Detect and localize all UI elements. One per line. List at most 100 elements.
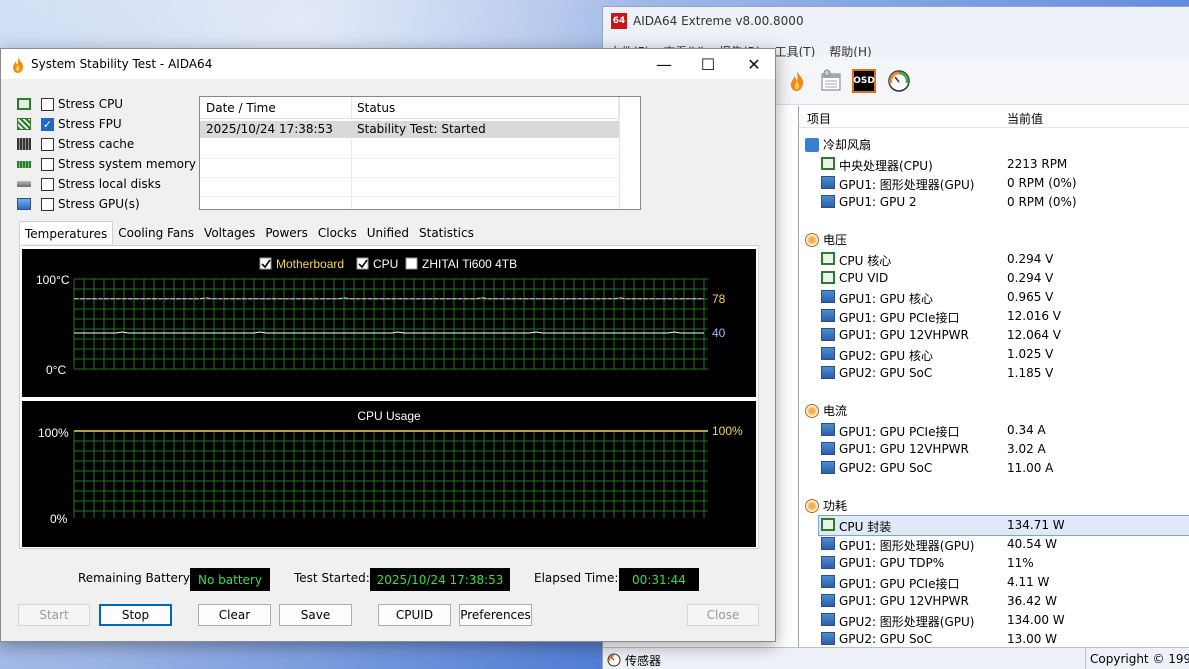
stress-checkbox[interactable] <box>41 197 54 211</box>
tab-clocks[interactable]: Clocks <box>313 223 362 245</box>
table-row[interactable]: CPU VID 0.294 V <box>819 269 1189 288</box>
gpu-icon <box>821 423 835 436</box>
tab-cooling-fans[interactable]: Cooling Fans <box>113 223 199 245</box>
save-button[interactable]: Save <box>279 604 352 626</box>
table-row[interactable]: GPU1: 图形处理器(GPU) 40.54 W <box>819 535 1189 554</box>
close-button[interactable]: Close <box>687 604 759 626</box>
legend-checkbox[interactable] <box>405 257 418 270</box>
gpu-icon <box>821 195 835 208</box>
menu-help[interactable]: 帮助(H) <box>829 43 871 57</box>
test-started-value: 2025/10/24 17:38:53 <box>370 568 510 591</box>
stress-checkbox[interactable]: ✓ <box>41 117 54 131</box>
sensor-name: GPU1: GPU 核心 <box>839 292 933 306</box>
sensor-value: 11.00 A <box>1007 461 1054 475</box>
sensor-group-label: 电流 <box>823 404 848 418</box>
stress-option[interactable]: Stress GPU(s) <box>17 194 140 214</box>
temperature-legend: Motherboard CPU ZHITAI Ti600 4TB <box>259 257 517 271</box>
log-column-divider <box>351 139 352 209</box>
lightning-icon <box>805 498 819 513</box>
sensor-value: 2213 RPM <box>1007 157 1068 171</box>
column-item[interactable]: 项目 <box>807 110 831 127</box>
table-row[interactable]: CPU 封装 134.71 W <box>818 515 1189 536</box>
clear-button[interactable]: Clear <box>198 604 271 626</box>
preferences-button[interactable]: Preferences <box>459 604 532 626</box>
sensor-value: 12.016 V <box>1007 309 1062 323</box>
column-value[interactable]: 当前值 <box>1007 110 1043 127</box>
tab-powers[interactable]: Powers <box>260 223 313 245</box>
sensor-value: 0.294 V <box>1007 271 1054 285</box>
cpu-icon <box>821 157 835 170</box>
table-row[interactable]: GPU1: GPU 12VHPWR 12.064 V <box>819 326 1189 345</box>
tab-statistics[interactable]: Statistics <box>414 223 479 245</box>
cpuid-button[interactable]: CPUID <box>378 604 451 626</box>
table-row[interactable]: GPU1: GPU 2 0 RPM (0%) <box>819 193 1189 212</box>
table-row[interactable]: GPU2: GPU 核心 1.025 V <box>819 345 1189 364</box>
sensor-value: 0.965 V <box>1007 290 1054 304</box>
monitor-icon <box>17 198 31 210</box>
stress-option[interactable]: Stress CPU <box>17 94 123 114</box>
stress-checkbox[interactable] <box>41 177 54 191</box>
temperature-value-label: 78 <box>712 292 726 306</box>
sensor-group[interactable]: 冷却风扇 <box>805 136 871 153</box>
table-row[interactable]: CPU 核心 0.294 V <box>819 250 1189 269</box>
table-row[interactable]: GPU1: GPU 核心 0.965 V <box>819 288 1189 307</box>
stress-option[interactable]: Stress local disks <box>17 174 161 194</box>
table-row[interactable]: 中央处理器(CPU) 2213 RPM <box>819 155 1189 174</box>
stress-option[interactable]: Stress cache <box>17 134 134 154</box>
tab-unified[interactable]: Unified <box>362 223 414 245</box>
gpu-icon <box>821 290 835 303</box>
calendar-icon[interactable] <box>819 69 843 93</box>
test-started-label: Test Started: <box>294 571 370 585</box>
sensor-group[interactable]: 电流 <box>805 402 847 419</box>
usage-axis-top: 100% <box>38 426 69 440</box>
disk-icon <box>17 181 31 187</box>
table-row[interactable]: GPU1: GPU 12VHPWR 3.02 A <box>819 440 1189 459</box>
osd-icon[interactable]: OSD <box>852 69 876 93</box>
gpu-icon <box>821 176 835 189</box>
table-row[interactable]: GPU2: 图形处理器(GPU) 134.00 W <box>819 611 1189 630</box>
cpu-chip-icon <box>17 98 31 110</box>
table-row[interactable]: GPU1: GPU PCIe接口 12.016 V <box>819 307 1189 326</box>
sensor-value: 1.025 V <box>1007 347 1054 361</box>
minimize-button[interactable]: — <box>641 49 687 79</box>
status-sensor-label: 传感器 <box>625 654 662 668</box>
tab-voltages[interactable]: Voltages <box>199 223 260 245</box>
table-row[interactable]: GPU1: GPU 12VHPWR 36.42 W <box>819 592 1189 611</box>
table-row[interactable]: GPU1: GPU TDP% 11% <box>819 554 1189 573</box>
stress-checkbox[interactable] <box>41 97 54 111</box>
table-row[interactable]: GPU1: 图形处理器(GPU) 0 RPM (0%) <box>819 174 1189 193</box>
cpu-usage-graph: CPU Usage 100% 0% 100% <box>22 401 756 547</box>
menu-tools[interactable]: 工具(T) <box>775 43 816 57</box>
main-statusbar: 传感器 Copyright © 1995-2 <box>603 647 1189 669</box>
table-row[interactable]: 2025/10/24 17:38:53 Stability Test: Star… <box>200 121 620 138</box>
stress-checkbox[interactable] <box>41 157 54 171</box>
table-row[interactable]: GPU1: GPU PCIe接口 0.34 A <box>819 421 1189 440</box>
cpu-icon <box>821 271 835 284</box>
sensor-name: GPU1: GPU TDP% <box>839 556 945 570</box>
cache-icon <box>17 138 31 150</box>
gpu-icon <box>821 461 835 474</box>
stress-option[interactable]: ✓ Stress FPU <box>17 114 122 134</box>
table-row[interactable]: GPU2: GPU SoC 11.00 A <box>819 459 1189 478</box>
stress-checkbox[interactable] <box>41 137 54 151</box>
graph-tabs: Temperatures Cooling Fans Voltages Power… <box>19 221 479 245</box>
stress-option[interactable]: Stress system memory <box>17 154 196 174</box>
sensor-name: GPU2: GPU SoC <box>839 461 933 475</box>
sensor-group[interactable]: 功耗 <box>805 497 847 514</box>
close-window-button[interactable]: ✕ <box>731 49 777 79</box>
stop-button[interactable]: Stop <box>99 604 172 626</box>
cpu-usage-grid <box>73 430 708 518</box>
log-header-status[interactable]: Status <box>351 97 619 119</box>
stress-label: Stress GPU(s) <box>58 197 140 211</box>
sensor-group[interactable]: 电压 <box>805 231 847 248</box>
graph-panel: Motherboard CPU ZHITAI Ti600 4TB 100°C 0°C… <box>19 245 759 549</box>
gauge-icon[interactable] <box>887 69 911 93</box>
table-row[interactable]: GPU1: GPU PCIe接口 4.11 W <box>819 573 1189 592</box>
tab-temperatures[interactable]: Temperatures <box>19 221 114 244</box>
maximize-button[interactable]: ☐ <box>685 49 731 79</box>
log-header-datetime[interactable]: Date / Time <box>200 97 352 119</box>
sensor-name: GPU2: GPU SoC <box>839 632 933 646</box>
table-row[interactable]: GPU2: GPU SoC 1.185 V <box>819 364 1189 383</box>
flame-icon[interactable] <box>785 69 809 93</box>
start-button[interactable]: Start <box>18 604 90 626</box>
